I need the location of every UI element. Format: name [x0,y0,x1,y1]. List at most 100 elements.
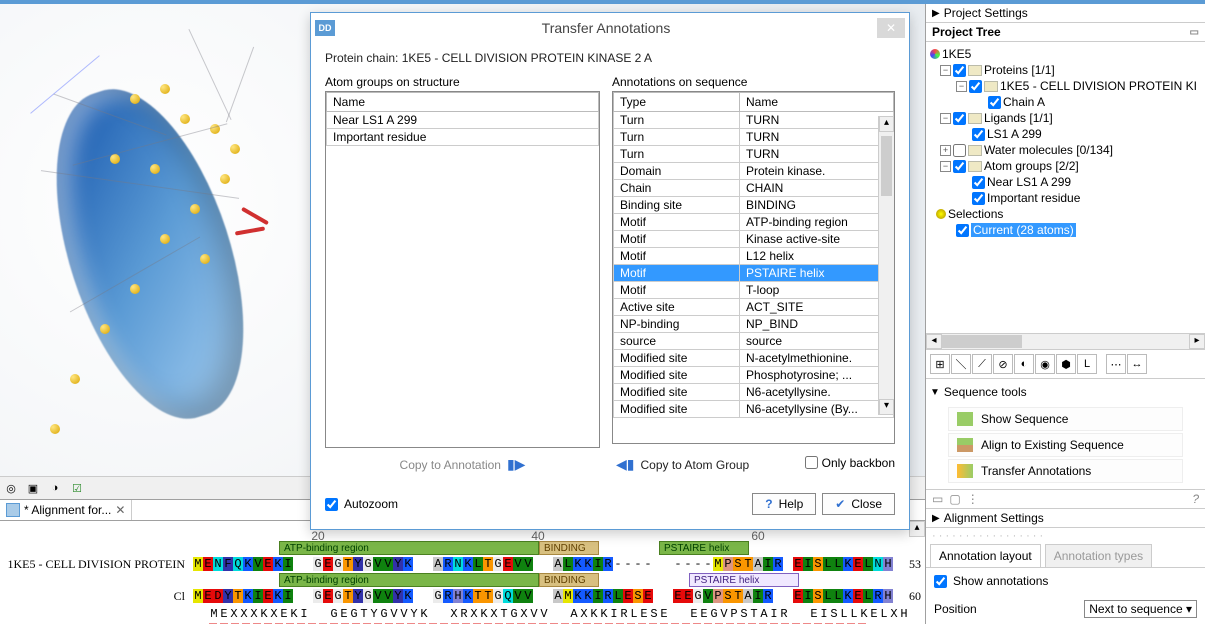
tree-toggle[interactable]: − [940,161,951,172]
annotation-layout-tab[interactable]: Annotation layout [930,544,1041,567]
scroll-down-icon[interactable]: ▾ [879,399,894,415]
tree-ag2[interactable]: Important residue [987,191,1080,205]
table-row[interactable]: Modified siteN6-acetyllysine. [614,384,894,401]
table-row[interactable]: MotifATP-binding region [614,214,894,231]
annotation-binding-2[interactable]: BINDING [539,573,599,587]
dialog-titlebar[interactable]: DD Transfer Annotations ✕ [311,13,909,43]
table-row[interactable]: Near LS1 A 299 [327,112,599,129]
vis-tool-4[interactable]: ⊘ [993,354,1013,374]
annotations-col-type[interactable]: Type [614,93,740,112]
position-select[interactable]: Next to sequence ▾ [1084,600,1197,618]
annotation-binding[interactable]: BINDING [539,541,599,555]
atom-groups-table[interactable]: Name Near LS1 A 299Important residue [325,91,600,448]
tree-proteins[interactable]: Proteins [1/1] [984,63,1055,77]
scroll-right-icon[interactable]: ▸ [1189,334,1205,349]
tree-checkbox[interactable] [969,80,982,93]
table-row[interactable]: TurnTURN [614,129,894,146]
tree-checkbox[interactable] [972,192,985,205]
tree-ls1[interactable]: LS1 A 299 [987,127,1042,141]
tree-toggle[interactable]: − [940,113,951,124]
vis-tool-9[interactable]: ⋯ [1106,354,1126,374]
table-row[interactable]: MotifKinase active-site [614,231,894,248]
vis-tool-3[interactable]: ⟋ [972,354,992,374]
tree-checkbox[interactable] [953,112,966,125]
tree-ag1[interactable]: Near LS1 A 299 [987,175,1071,189]
transfer-annotations-button[interactable]: Transfer Annotations [948,459,1183,483]
tree-water[interactable]: Water molecules [0/134] [984,143,1113,157]
align-sequence-button[interactable]: Align to Existing Sequence [948,433,1183,457]
vis-tool-7[interactable]: ⬢ [1056,354,1076,374]
vis-tool-8[interactable]: L [1077,354,1097,374]
tree-chain-a[interactable]: Chain A [1003,95,1045,109]
annotation-pstaire[interactable]: PSTAIRE helix [659,541,749,555]
vis-tool-6[interactable]: ◉ [1035,354,1055,374]
table-row[interactable]: Modified sitePhosphotyrosine; ... [614,367,894,384]
table-row[interactable]: DomainProtein kinase. [614,163,894,180]
table-row[interactable]: TurnTURN [614,146,894,163]
annotation-atp-binding-2[interactable]: ATP-binding region [279,573,539,587]
annotation-pstaire-2[interactable]: PSTAIRE helix [689,573,799,587]
tree-checkbox[interactable] [953,160,966,173]
annotations-col-name[interactable]: Name [740,93,894,112]
copy-to-annotation-button[interactable]: Copy to Annotation ▮▶ [325,452,600,477]
tree-hscroll[interactable]: ◂▸ [926,333,1205,349]
table-row[interactable]: MotifPSTAIRE helix [614,265,894,282]
tree-checkbox[interactable] [956,224,969,237]
help-icon[interactable]: ? [1192,492,1199,506]
tree-chain-full[interactable]: 1KE5 - CELL DIVISION PROTEIN KI [1000,79,1197,93]
tree-atom-groups[interactable]: Atom groups [2/2] [984,159,1079,173]
vis-tool-10[interactable]: ↔ [1127,354,1147,374]
sequence-row-2[interactable]: Cl MEDYTKIEKI GEGTYGVVYK GRHKTTGQVV AMKK… [4,587,921,605]
dialog-close-button[interactable]: ✕ [877,18,905,38]
alignment-panel[interactable]: ▴ 20 40 60 ATP-binding region BINDING PS… [0,521,925,624]
annotation-types-tab[interactable]: Annotation types [1045,544,1152,567]
table-row[interactable]: NP-bindingNP_BIND [614,316,894,333]
scrollbar-thumb[interactable] [881,136,892,196]
tree-selections[interactable]: Selections [948,207,1003,221]
close-icon[interactable]: ✕ [115,503,125,517]
vp-tool-2[interactable]: ▣ [24,479,42,497]
vis-tool-5[interactable]: ◐ [1014,354,1034,374]
table-row[interactable]: Important residue [327,129,599,146]
tree-toggle[interactable]: − [940,65,951,76]
vp-tool-3[interactable]: ◑ [46,479,64,497]
table-row[interactable]: MotifT-loop [614,282,894,299]
table-row[interactable]: ChainCHAIN [614,180,894,197]
vis-tool-2[interactable]: ＼ [951,354,971,374]
table-row[interactable]: Modified siteN6-acetyllysine (By... [614,401,894,418]
table-row[interactable]: sourcesource [614,333,894,350]
scroll-up-icon[interactable]: ▴ [879,116,894,132]
sequence-row-1[interactable]: 1KE5 - CELL DIVISION PROTEIN MENFQKVEKI … [4,555,921,573]
annotations-table[interactable]: Type Name TurnTURNTurnTURNTurnTURNDomain… [612,91,895,444]
tab-alignment[interactable]: * Alignment for... ✕ [0,500,132,520]
table-row[interactable]: MotifL12 helix [614,248,894,265]
tree-root[interactable]: 1KE5 [942,47,971,61]
atom-groups-col-name[interactable]: Name [327,93,599,112]
show-annotations-checkbox[interactable] [934,575,947,588]
tree-checkbox[interactable] [953,64,966,77]
tree-toggle[interactable]: + [940,145,951,156]
alignment-settings-head[interactable]: ▶ Alignment Settings [926,509,1205,528]
sequence-row-consensus[interactable]: MEXXXKXEKI GEGTYGVVYK XRXKXTGXVV AXKKIRL… [4,605,921,623]
scrollbar-thumb[interactable] [942,335,1022,348]
tree-checkbox[interactable] [972,176,985,189]
mini-icon-2[interactable]: ▢ [949,492,960,506]
project-tree-panel-head[interactable]: Project Tree ▭ [926,23,1205,42]
tree-ligands[interactable]: Ligands [1/1] [984,111,1053,125]
tree-current-selection[interactable]: Current (28 atoms) [971,223,1076,237]
scroll-left-icon[interactable]: ◂ [926,334,942,349]
annotations-scrollbar[interactable]: ▴ ▾ [878,116,894,415]
project-settings-panel-head[interactable]: ▶ Project Settings [926,4,1205,23]
tree-checkbox[interactable] [953,144,966,157]
only-backbone-checkbox[interactable] [805,456,818,469]
tree-checkbox[interactable] [988,96,1001,109]
autozoom-checkbox[interactable] [325,498,338,511]
help-button[interactable]: ?Help [752,493,816,515]
mini-icon-3[interactable]: ⋮ [967,492,979,506]
vp-tool-4[interactable]: ☑ [68,479,86,497]
table-row[interactable]: TurnTURN [614,112,894,129]
copy-to-atom-group-button[interactable]: ◀▮ Copy to Atom Group [612,452,801,477]
vis-tool-1[interactable]: ⊞ [930,354,950,374]
tree-toggle[interactable]: − [956,81,967,92]
tree-checkbox[interactable] [972,128,985,141]
